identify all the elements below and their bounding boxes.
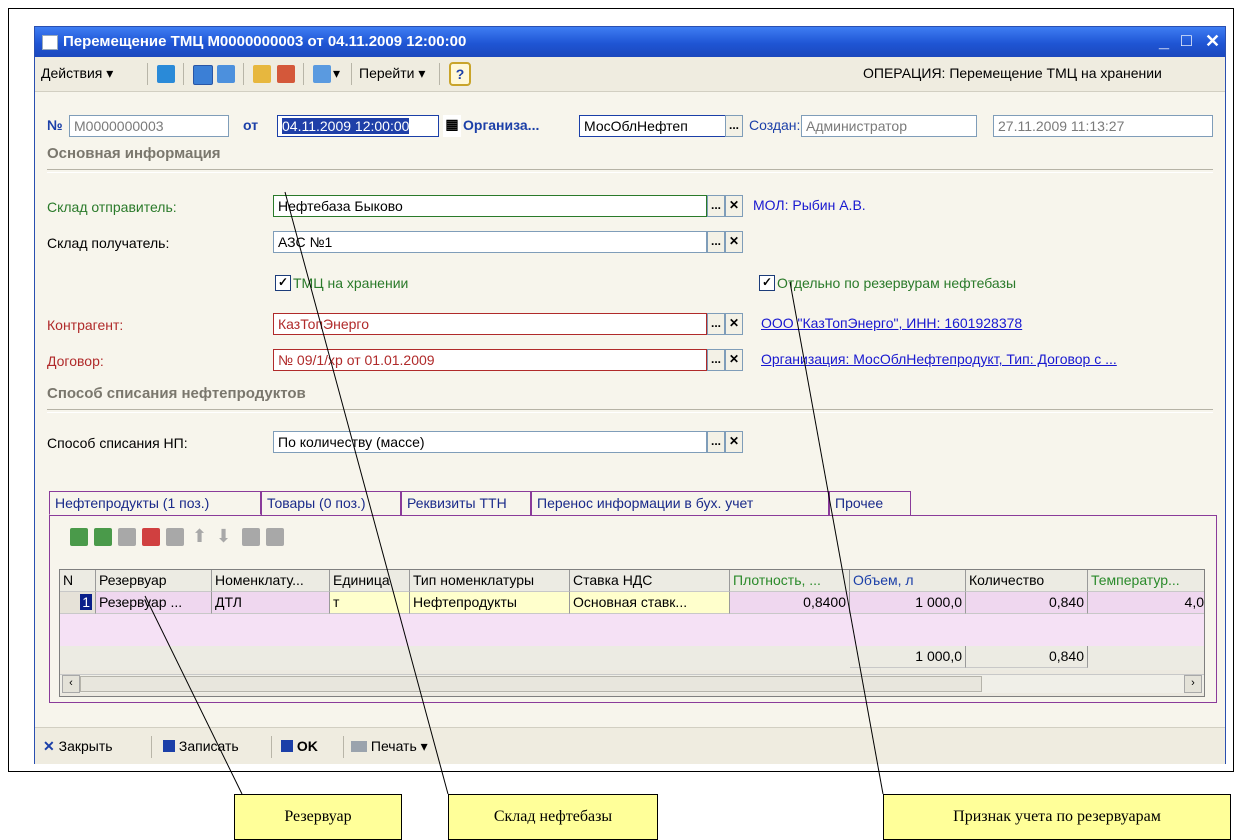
callout-lines <box>144 191 884 795</box>
callout-flag: Признак учета по резервуарам <box>883 794 1231 840</box>
callout-reservoir: Резервуар <box>234 794 402 840</box>
callout-line-flag <box>789 281 884 795</box>
tab-petroleum[interactable]: Нефтепродукты (1 поз.) <box>49 491 261 515</box>
callout-line-warehouse <box>284 191 449 795</box>
callout-line-reservoir <box>144 595 243 795</box>
callout-warehouse: Склад нефтебазы <box>448 794 658 840</box>
